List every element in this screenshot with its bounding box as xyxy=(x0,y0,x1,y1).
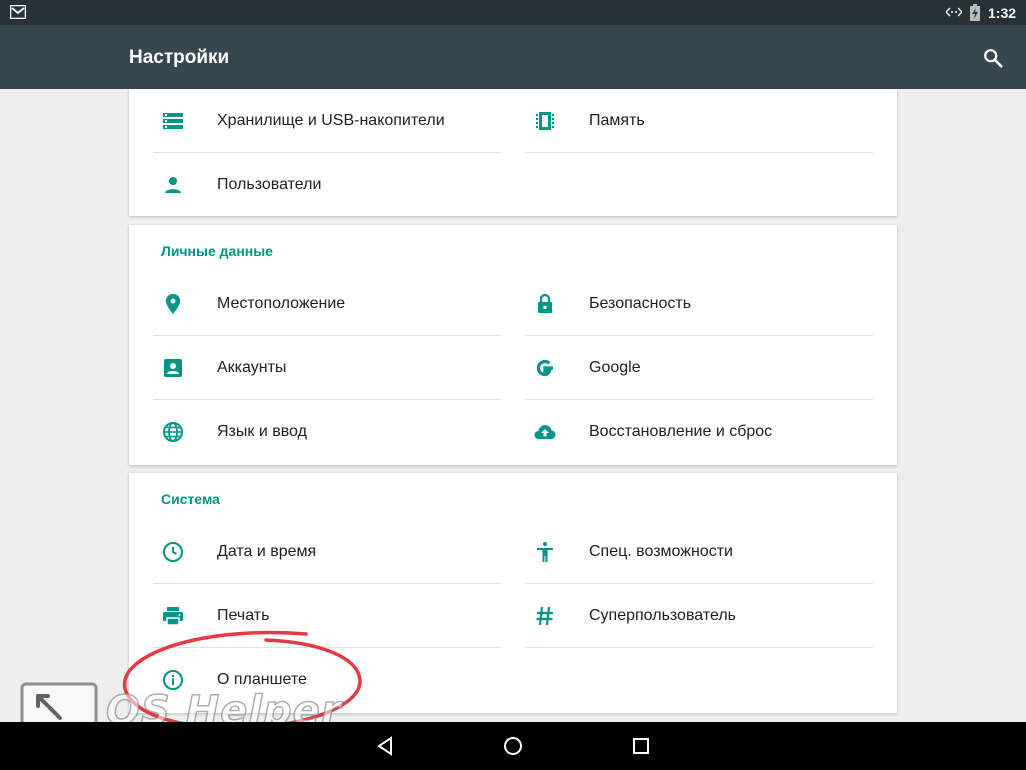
settings-item-label: Печать xyxy=(217,607,270,624)
settings-item-accessibility[interactable]: Спец. возможности xyxy=(525,520,873,584)
settings-item-users[interactable]: Пользователи xyxy=(153,153,501,217)
settings-item-accounts[interactable]: Аккаунты xyxy=(153,336,501,400)
settings-item-google[interactable]: Google xyxy=(525,336,873,400)
person-icon xyxy=(161,173,185,197)
settings-item-label: О планшете xyxy=(217,671,307,688)
data-transfer-icon xyxy=(945,6,963,21)
recents-icon[interactable] xyxy=(629,734,653,758)
status-clock: 1:32 xyxy=(988,5,1017,21)
status-bar: 1:32 xyxy=(0,0,1026,25)
settings-item-label: Google xyxy=(589,359,641,376)
settings-item-label: Безопасность xyxy=(589,295,692,312)
system-settings-card: Система Дата и время Спец. возможности П… xyxy=(129,473,897,713)
battery-charging-icon xyxy=(970,4,980,24)
settings-item-about-tablet[interactable]: О планшете xyxy=(153,648,501,712)
settings-item-label: Память xyxy=(589,112,645,129)
account-box-icon xyxy=(161,356,185,380)
page-title: Настройки xyxy=(129,47,230,68)
app-bar: Настройки xyxy=(0,25,1026,89)
gmail-icon xyxy=(9,4,27,22)
settings-item-label: Язык и ввод xyxy=(217,423,307,440)
settings-item-label: Местоположение xyxy=(217,295,346,312)
location-icon xyxy=(161,292,185,316)
personal-settings-card: Личные данные Местоположение Безопасност… xyxy=(129,225,897,465)
hash-icon xyxy=(533,604,557,628)
settings-item-storage[interactable]: Хранилище и USB-накопители xyxy=(153,89,501,153)
settings-item-date-time[interactable]: Дата и время xyxy=(153,520,501,584)
divider xyxy=(525,647,873,648)
settings-item-backup-reset[interactable]: Восстановление и сброс xyxy=(525,400,873,464)
settings-item-label: Дата и время xyxy=(217,543,317,560)
settings-item-location[interactable]: Местоположение xyxy=(153,272,501,336)
settings-item-label: Спец. возможности xyxy=(589,543,733,560)
settings-item-label: Пользователи xyxy=(217,176,322,193)
cloud-upload-icon xyxy=(533,420,557,444)
section-title-personal: Личные данные xyxy=(161,243,273,259)
settings-item-label: Восстановление и сброс xyxy=(589,423,773,440)
settings-item-label: Суперпользователь xyxy=(589,607,737,624)
settings-item-language[interactable]: Язык и ввод xyxy=(153,400,501,464)
info-icon xyxy=(161,668,185,692)
settings-item-memory[interactable]: Память xyxy=(525,89,873,153)
settings-item-label: Хранилище и USB-накопители xyxy=(217,112,445,129)
navigation-bar xyxy=(0,722,1026,770)
divider xyxy=(525,152,873,153)
google-icon xyxy=(533,356,557,380)
settings-item-superuser[interactable]: Суперпользователь xyxy=(525,584,873,648)
clock-icon xyxy=(161,540,185,564)
home-icon[interactable] xyxy=(501,734,525,758)
printer-icon xyxy=(161,604,185,628)
settings-item-security[interactable]: Безопасность xyxy=(525,272,873,336)
storage-icon xyxy=(161,109,185,133)
settings-item-label: Аккаунты xyxy=(217,359,287,376)
memory-icon xyxy=(533,109,557,133)
globe-icon xyxy=(161,420,185,444)
back-icon[interactable] xyxy=(373,734,397,758)
lock-icon xyxy=(533,292,557,316)
settings-item-printing[interactable]: Печать xyxy=(153,584,501,648)
section-title-system: Система xyxy=(161,491,220,507)
device-settings-card: Хранилище и USB-накопители Память Пользо… xyxy=(129,89,897,216)
search-icon[interactable] xyxy=(982,47,1004,69)
accessibility-icon xyxy=(533,540,557,564)
